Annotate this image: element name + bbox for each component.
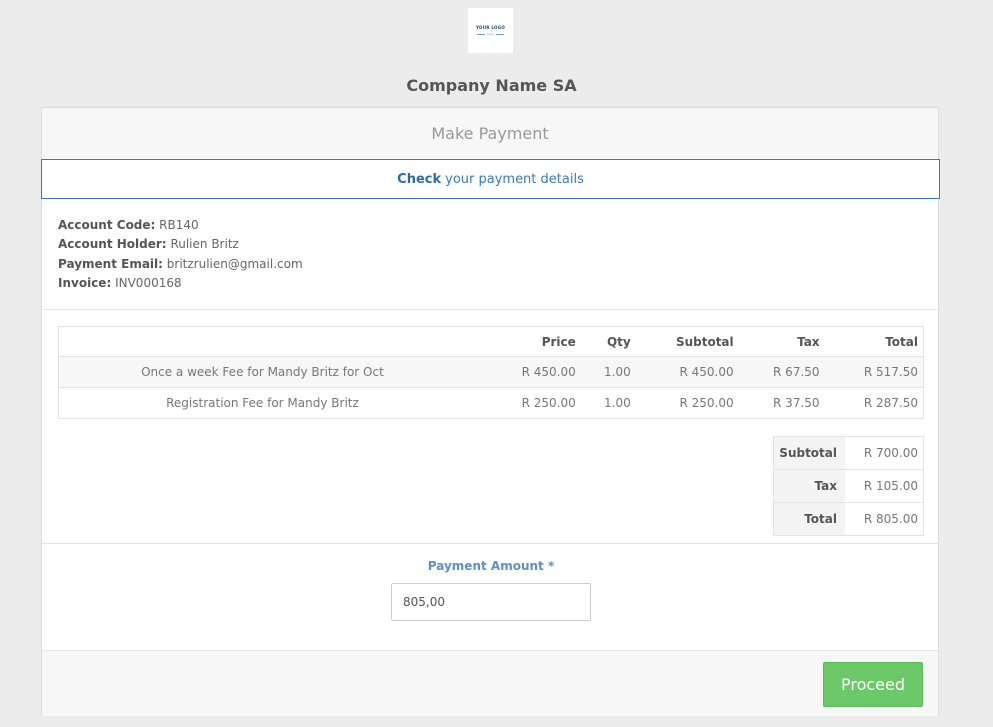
totals-table: Subtotal R 700.00 Tax R 105.00 Total R 8…: [773, 436, 924, 536]
tax-label: Tax: [773, 469, 845, 503]
item-tax: R 37.50: [738, 387, 825, 419]
payment-email-row: Payment Email: britzrulien@gmail.com: [58, 255, 303, 274]
divider: [42, 309, 938, 310]
payment-amount-label: Payment Amount *: [427, 559, 555, 573]
account-code-label: Account Code:: [58, 218, 156, 232]
tax-value: R 105.00: [845, 469, 924, 503]
table-header-row: Price Qty Subtotal Tax Total: [59, 327, 924, 357]
item-description: Registration Fee for Mandy Britz: [58, 387, 471, 419]
invoice-label: Invoice:: [58, 275, 112, 290]
item-tax: R 67.50: [738, 356, 825, 388]
table-row: Once a week Fee for Mandy Britz for Oct …: [58, 356, 924, 388]
column-header: Total: [885, 334, 918, 349]
item-description: Once a week Fee for Mandy Britz for Oct: [58, 356, 471, 388]
logo-sub: here: [487, 32, 494, 36]
item-price: R 250.00: [470, 387, 581, 419]
payment-card: Make Payment Check your payment details …: [41, 107, 940, 716]
account-info: Account Code: RB140 Account Holder: Ruli…: [58, 216, 303, 293]
item-price: R 450.00: [470, 356, 581, 388]
company-name: Company Name SA: [406, 76, 577, 95]
account-code-value: RB140: [159, 218, 199, 232]
payment-email-label: Payment Email:: [58, 256, 163, 271]
account-holder-row: Account Holder: Rulien Britz: [58, 235, 303, 254]
alert-strong: Check: [397, 171, 442, 187]
invoice-value: INV000168: [115, 275, 182, 290]
logo-text: YOUR LOGO: [475, 25, 506, 30]
alert-text: your payment details: [445, 171, 584, 187]
total-row: Total R 805.00: [773, 502, 924, 536]
column-header: Price: [541, 334, 576, 349]
account-holder-label: Account Holder:: [58, 237, 167, 252]
tax-row: Tax R 105.00: [773, 469, 924, 503]
item-total: R 517.50: [824, 356, 924, 388]
subtotal-row: Subtotal R 700.00: [773, 436, 924, 470]
card-title: Make Payment: [42, 108, 938, 160]
company-logo: YOUR LOGO here: [468, 8, 513, 53]
card-title-text: Make Payment: [431, 124, 549, 143]
check-details-alert: Check your payment details: [41, 159, 940, 199]
item-subtotal: R 450.00: [635, 356, 739, 388]
total-label: Total: [773, 502, 845, 536]
column-header: Tax: [797, 334, 820, 349]
subtotal-label: Subtotal: [773, 436, 845, 470]
invoice-row: Invoice: INV000168: [58, 274, 303, 293]
item-total: R 287.50: [824, 387, 924, 419]
account-code-row: Account Code: RB140: [58, 216, 303, 235]
account-holder-value: Rulien Britz: [170, 237, 239, 252]
invoice-items-table: Price Qty Subtotal Tax Total Once a week…: [58, 326, 924, 419]
column-header: Subtotal: [675, 334, 734, 349]
total-value: R 805.00: [845, 502, 924, 536]
payment-email-value: britzrulien@gmail.com: [166, 256, 303, 271]
item-subtotal: R 250.00: [635, 387, 739, 419]
card-footer: Proceed: [42, 650, 938, 716]
item-qty: 1.00: [580, 356, 636, 388]
logo-line: here: [477, 32, 504, 36]
column-header: [59, 327, 471, 357]
proceed-button[interactable]: Proceed: [823, 662, 923, 707]
divider: [42, 543, 938, 544]
table-row: Registration Fee for Mandy Britz R 250.0…: [58, 387, 924, 419]
payment-amount-input[interactable]: [391, 583, 591, 621]
column-header: Qty: [606, 334, 631, 349]
subtotal-value: R 700.00: [845, 436, 924, 470]
item-qty: 1.00: [580, 387, 636, 419]
